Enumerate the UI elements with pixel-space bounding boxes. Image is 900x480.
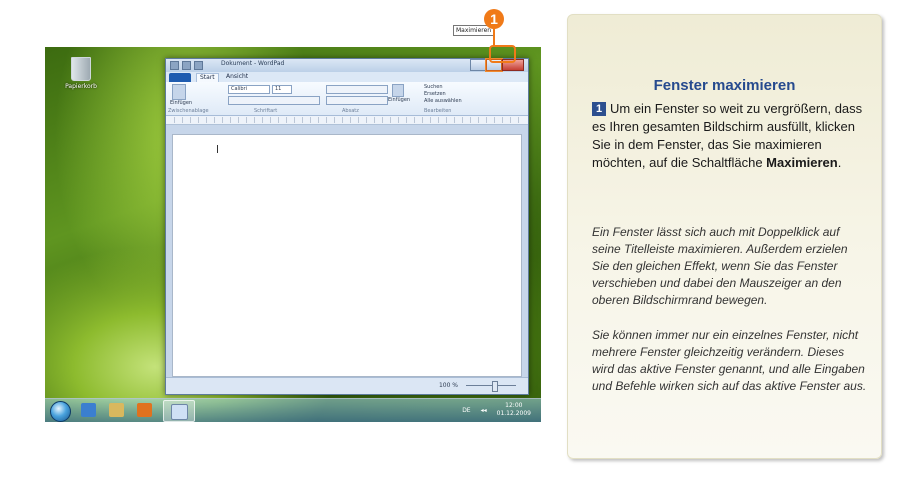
internet-explorer-icon[interactable] (81, 403, 96, 417)
align-buttons[interactable] (326, 96, 388, 105)
zoom-level: 100 % (438, 382, 458, 389)
undo-icon[interactable] (194, 61, 203, 70)
media-player-icon[interactable] (137, 403, 152, 417)
group-clipboard-label: Zwischenablage (168, 108, 209, 114)
group-paragraph-label: Absatz (342, 108, 359, 114)
zoom-slider-knob[interactable] (492, 381, 498, 392)
save-icon[interactable] (182, 61, 191, 70)
desktop-screenshot: Papierkorb Dokument - WordPad Start Ansi… (45, 47, 541, 422)
paste-icon[interactable] (172, 84, 186, 100)
explorer-icon[interactable] (109, 403, 124, 417)
ribbon-tabs: Start Ansicht (166, 72, 528, 82)
step-text-end: . (837, 155, 842, 170)
group-font-label: Schriftart (254, 108, 278, 114)
quick-access-toolbar (170, 61, 210, 70)
speaker-icon[interactable]: ◂◂ (481, 407, 487, 414)
system-tray: DE ◂◂ 12:00 01.12.2009 (462, 402, 531, 418)
font-format-buttons[interactable] (228, 96, 320, 105)
app-icon (170, 61, 179, 70)
window-title: Dokument - WordPad (221, 60, 285, 67)
language-indicator[interactable]: DE (462, 407, 470, 414)
taskbar-wordpad[interactable] (163, 400, 195, 422)
zoom-slider[interactable] (466, 385, 516, 386)
font-size-select[interactable]: 11 (272, 85, 292, 94)
card-tip-text: Ein Fenster lässt sich auch mit Doppelkl… (592, 225, 848, 307)
recycle-bin-label: Papierkorb (65, 83, 97, 90)
tab-ansicht[interactable]: Ansicht (226, 73, 248, 80)
step-marker-highlight (489, 45, 516, 63)
wordpad-icon (171, 404, 188, 420)
recycle-bin[interactable]: Papierkorb (63, 57, 99, 90)
card-title: Fenster maximieren (653, 77, 796, 94)
list-buttons[interactable] (326, 85, 388, 94)
document-area[interactable] (172, 134, 522, 377)
card-note-text: Sie können immer nur ein einzelnes Fenst… (592, 328, 867, 393)
start-button[interactable] (50, 401, 71, 422)
step-marker: 1 (484, 9, 504, 29)
title-bar[interactable]: Dokument - WordPad (166, 59, 528, 72)
clock[interactable]: 12:00 01.12.2009 (497, 402, 531, 418)
ruler-ticks (174, 117, 520, 123)
recycle-bin-icon (71, 57, 91, 81)
status-bar: 100 % (166, 377, 528, 394)
ribbon: Einfügen Calibri 11 Einfügen Suchen Erse… (166, 82, 528, 116)
taskbar: DE ◂◂ 12:00 01.12.2009 (45, 398, 541, 422)
paste-label: Einfügen (170, 100, 193, 106)
group-edit-label: Bearbeiten (424, 108, 452, 114)
instruction-card: Fenster maximieren 1 Um ein Fenster so we… (567, 14, 882, 459)
step-text-bold: Maximieren (766, 155, 838, 170)
edit-replace[interactable]: Ersetzen (424, 91, 446, 97)
font-name-value: Calibri (231, 86, 247, 92)
minimize-button[interactable] (470, 59, 486, 71)
clock-date: 01.12.2009 (496, 410, 531, 417)
insert-label: Einfügen (388, 97, 411, 103)
wordpad-window[interactable]: Dokument - WordPad Start Ansicht Einfüge… (165, 58, 529, 395)
ruler[interactable] (166, 116, 528, 125)
file-menu-button[interactable] (169, 73, 191, 82)
font-name-select[interactable]: Calibri (228, 85, 270, 94)
tab-start[interactable]: Start (196, 73, 219, 82)
edit-select-all[interactable]: Alle auswählen (424, 98, 462, 104)
edit-find[interactable]: Suchen (424, 84, 443, 90)
step-marker-line (493, 28, 495, 46)
text-caret (217, 145, 218, 153)
clock-time: 12:00 (505, 402, 523, 409)
step-number-badge: 1 (592, 102, 606, 116)
font-size-value: 11 (275, 86, 282, 92)
insert-icon[interactable] (392, 84, 404, 97)
card-step-text: 1 Um ein Fenster so weit zu vergrößern, d… (592, 100, 864, 172)
